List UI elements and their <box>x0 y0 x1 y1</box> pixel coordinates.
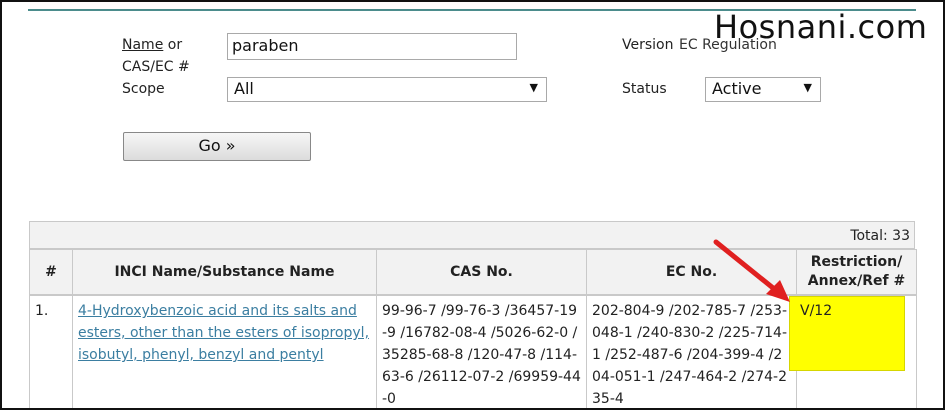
arrow-shaft <box>713 239 781 295</box>
row-1-restriction[interactable]: V/12 <box>800 303 832 319</box>
name-label-underlined: Name <box>122 37 164 53</box>
name-label-rest: or <box>163 37 183 53</box>
row-1-name-cell: 4-Hydroxybenzoic acid and its salts and … <box>72 295 377 408</box>
name-label: Name or <box>122 35 182 55</box>
status-select-value: Active <box>712 79 762 98</box>
chevron-down-icon: ▼ <box>803 81 812 94</box>
column-header-number: # <box>29 249 73 295</box>
red-arrow-annotation <box>713 239 790 302</box>
results-total: Total: 33 <box>850 228 910 244</box>
status-select[interactable]: Active ▼ <box>705 77 821 102</box>
version-label: Version <box>622 37 674 53</box>
status-label: Status <box>622 81 667 97</box>
row-1-name-link[interactable]: 4-Hydroxybenzoic acid and its salts and … <box>78 303 369 363</box>
version-value: EC Regulation <box>679 37 777 53</box>
scope-label: Scope <box>122 81 165 97</box>
row-1-number: 1. <box>29 295 73 408</box>
name-input[interactable]: paraben <box>227 33 517 60</box>
row-1-cas: 99-96-7 /99-76-3 /36457-19-9 /16782-08-4… <box>376 295 587 408</box>
column-header-inci-name: INCI Name/Substance Name <box>72 249 377 295</box>
scope-select-value: All <box>234 79 254 98</box>
column-header-cas: CAS No. <box>376 249 587 295</box>
chevron-down-icon: ▼ <box>529 81 538 94</box>
column-header-restriction: Restriction/ Annex/Ref # <box>796 249 917 295</box>
page-frame: Hosnani.com Name or CAS/EC # paraben Sco… <box>0 0 945 410</box>
row-1-restriction-highlight: V/12 <box>789 296 905 371</box>
cas-label: CAS/EC # <box>122 59 190 75</box>
go-button[interactable]: Go » <box>123 132 311 161</box>
scope-select[interactable]: All ▼ <box>227 77 547 102</box>
